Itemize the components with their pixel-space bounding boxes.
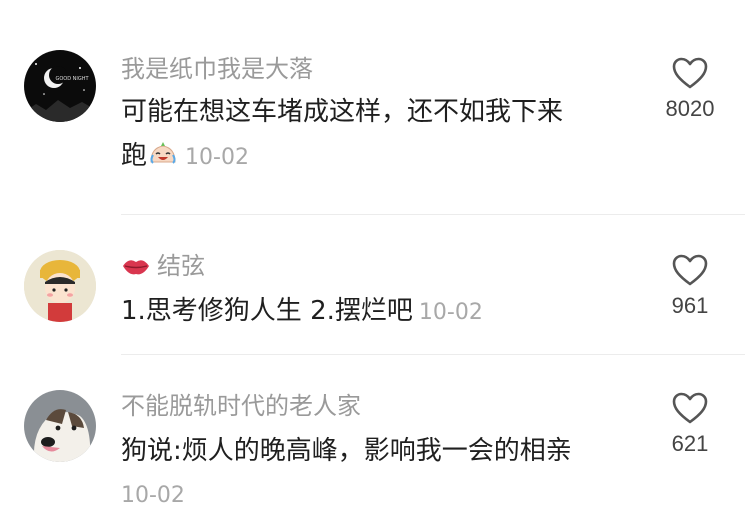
comment-date: 10-02 — [418, 300, 483, 325]
avatar-text: GOOD NIGHT — [55, 76, 89, 82]
like-count: 8020 — [665, 96, 715, 121]
avatar[interactable] — [24, 250, 96, 322]
comment-text-line: 可能在想这车堵成这样，还不如我下来 — [121, 97, 564, 127]
username[interactable]: 结弦 — [121, 251, 205, 281]
comment-item: 结弦 1.思考修狗人生 2.摆烂吧 10-02 961 — [0, 215, 745, 355]
comment-text: 可能在想这车堵成这样，还不如我下来 跑 10-02 — [121, 90, 563, 180]
avatar-good-night-icon: GOOD NIGHT — [24, 50, 96, 122]
comment-item: 不能脱轨时代的老人家 狗说:烦人的晚高峰，影响我一会的相亲 10-02 621 — [0, 355, 745, 517]
lips-icon — [123, 260, 149, 275]
like-count: 621 — [671, 431, 709, 456]
comment-text: 狗说:烦人的晚高峰，影响我一会的相亲 — [121, 436, 572, 466]
heart-outline-icon — [672, 392, 708, 424]
like-button[interactable]: 961 — [650, 253, 730, 319]
like-button[interactable]: 621 — [650, 391, 730, 457]
avatar[interactable] — [24, 390, 96, 462]
comment-item: GOOD NIGHT 我是纸巾我是大落 可能在想这车堵成这样，还不如我下来 跑 … — [0, 0, 745, 215]
comment-date: 10-02 — [185, 145, 249, 170]
like-button[interactable]: 8020 — [650, 56, 730, 122]
comment-text-tail: 跑 — [121, 141, 148, 171]
avatar-cartoon-girl-icon — [24, 250, 96, 322]
comment-date: 10-02 — [121, 483, 185, 508]
avatar-dog-icon — [24, 390, 96, 462]
heart-outline-icon — [672, 57, 708, 89]
username[interactable]: 不能脱轨时代的老人家 — [121, 391, 361, 421]
comment-text-content: 1.思考修狗人生 2.摆烂吧 — [121, 296, 413, 326]
crying-laughing-face-icon — [150, 142, 176, 164]
username[interactable]: 我是纸巾我是大落 — [121, 54, 313, 84]
comment-text-line: 跑 10-02 — [121, 134, 563, 180]
username-text: 结弦 — [157, 252, 205, 280]
like-count: 961 — [671, 293, 709, 318]
heart-outline-icon — [672, 254, 708, 286]
avatar[interactable]: GOOD NIGHT — [24, 50, 96, 122]
comment-text: 1.思考修狗人生 2.摆烂吧 10-02 — [121, 289, 483, 335]
